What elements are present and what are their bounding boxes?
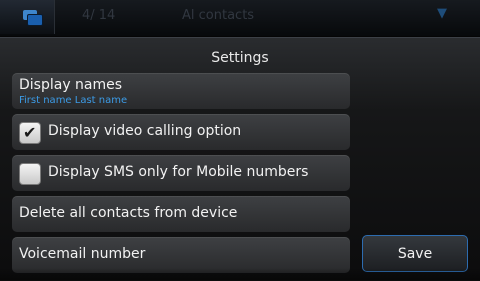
task-switcher-icon-front bbox=[27, 14, 43, 26]
display-names-label: Display names bbox=[19, 77, 123, 93]
display-names-item[interactable]: Display names First name Last name bbox=[12, 73, 350, 109]
voicemail-label: Voicemail number bbox=[19, 246, 146, 262]
bottom-fade bbox=[0, 268, 480, 280]
video-calling-item[interactable]: ✔ Display video calling option bbox=[12, 114, 350, 150]
video-calling-checkbox[interactable]: ✔ bbox=[19, 122, 41, 144]
status-counter: 4/ 14 bbox=[82, 8, 116, 23]
chevron-down-icon[interactable]: ▼ bbox=[433, 6, 451, 21]
checkmark-icon: ✔ bbox=[23, 123, 37, 142]
task-switcher-button[interactable] bbox=[0, 0, 55, 34]
sms-only-label: Display SMS only for Mobile numbers bbox=[48, 164, 309, 180]
save-button[interactable]: Save bbox=[362, 235, 468, 272]
display-names-value: First name Last name bbox=[19, 95, 128, 106]
sms-only-item[interactable]: Display SMS only for Mobile numbers bbox=[12, 155, 350, 191]
status-view-title: Al contacts bbox=[182, 8, 255, 23]
sms-only-checkbox[interactable] bbox=[19, 163, 41, 185]
dialog-title: Settings bbox=[211, 50, 269, 66]
video-calling-label: Display video calling option bbox=[48, 123, 242, 139]
status-bar: 4/ 14 Al contacts ▼ bbox=[0, 0, 480, 36]
delete-all-label: Delete all contacts from device bbox=[19, 205, 238, 221]
delete-all-item[interactable]: Delete all contacts from device bbox=[12, 196, 350, 232]
